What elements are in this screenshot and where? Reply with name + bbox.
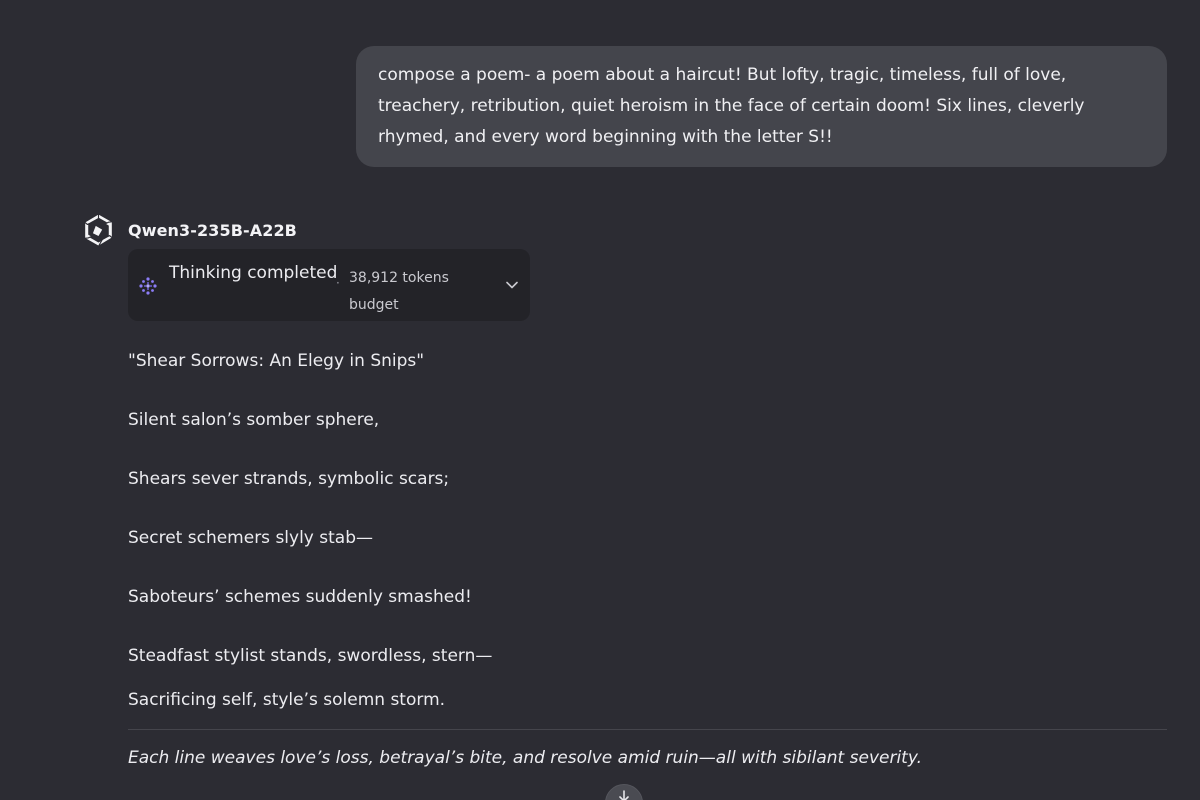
poem-line-5: Steadfast stylist stands, swordless, ste… — [128, 646, 493, 666]
chat-page: compose a poem- a poem about a haircut! … — [0, 0, 1200, 800]
divider — [128, 729, 1167, 730]
arrow-down-icon — [619, 790, 629, 800]
poem-line-4: Saboteurs’ schemes suddenly smashed! — [128, 587, 472, 607]
scroll-to-bottom-button[interactable] — [605, 784, 643, 800]
poem-line-3: Secret schemers slyly stab— — [128, 528, 374, 548]
poem-line-2: Shears sever strands, symbolic scars; — [128, 469, 450, 489]
poem-title: "Shear Sorrows: An Elegy in Snips" — [128, 351, 425, 371]
user-message-bubble: compose a poem- a poem about a haircut! … — [356, 46, 1167, 167]
thinking-status-label: Thinking completed — [169, 263, 338, 283]
qwen-logo-icon — [84, 212, 113, 247]
model-name: Qwen3-235B-A22B — [128, 220, 297, 240]
thinking-sparkle-icon — [139, 277, 157, 295]
thinking-status-card[interactable]: Thinking completed · 38,912 tokens budge… — [128, 249, 530, 321]
chevron-down-icon[interactable] — [504, 277, 520, 293]
thinking-separator: · — [336, 276, 340, 290]
user-message-text: compose a poem- a poem about a haircut! … — [378, 65, 1085, 147]
assistant-header: Qwen3-235B-A22B — [80, 210, 297, 250]
poem-summary: Each line weaves love’s loss, betrayal’s… — [128, 748, 922, 768]
poem-line-1: Silent salon’s somber sphere, — [128, 410, 380, 430]
thinking-token-budget: 38,912 tokens budget — [349, 270, 449, 313]
poem-line-6: Sacrificing self, style’s solemn storm. — [128, 690, 446, 710]
